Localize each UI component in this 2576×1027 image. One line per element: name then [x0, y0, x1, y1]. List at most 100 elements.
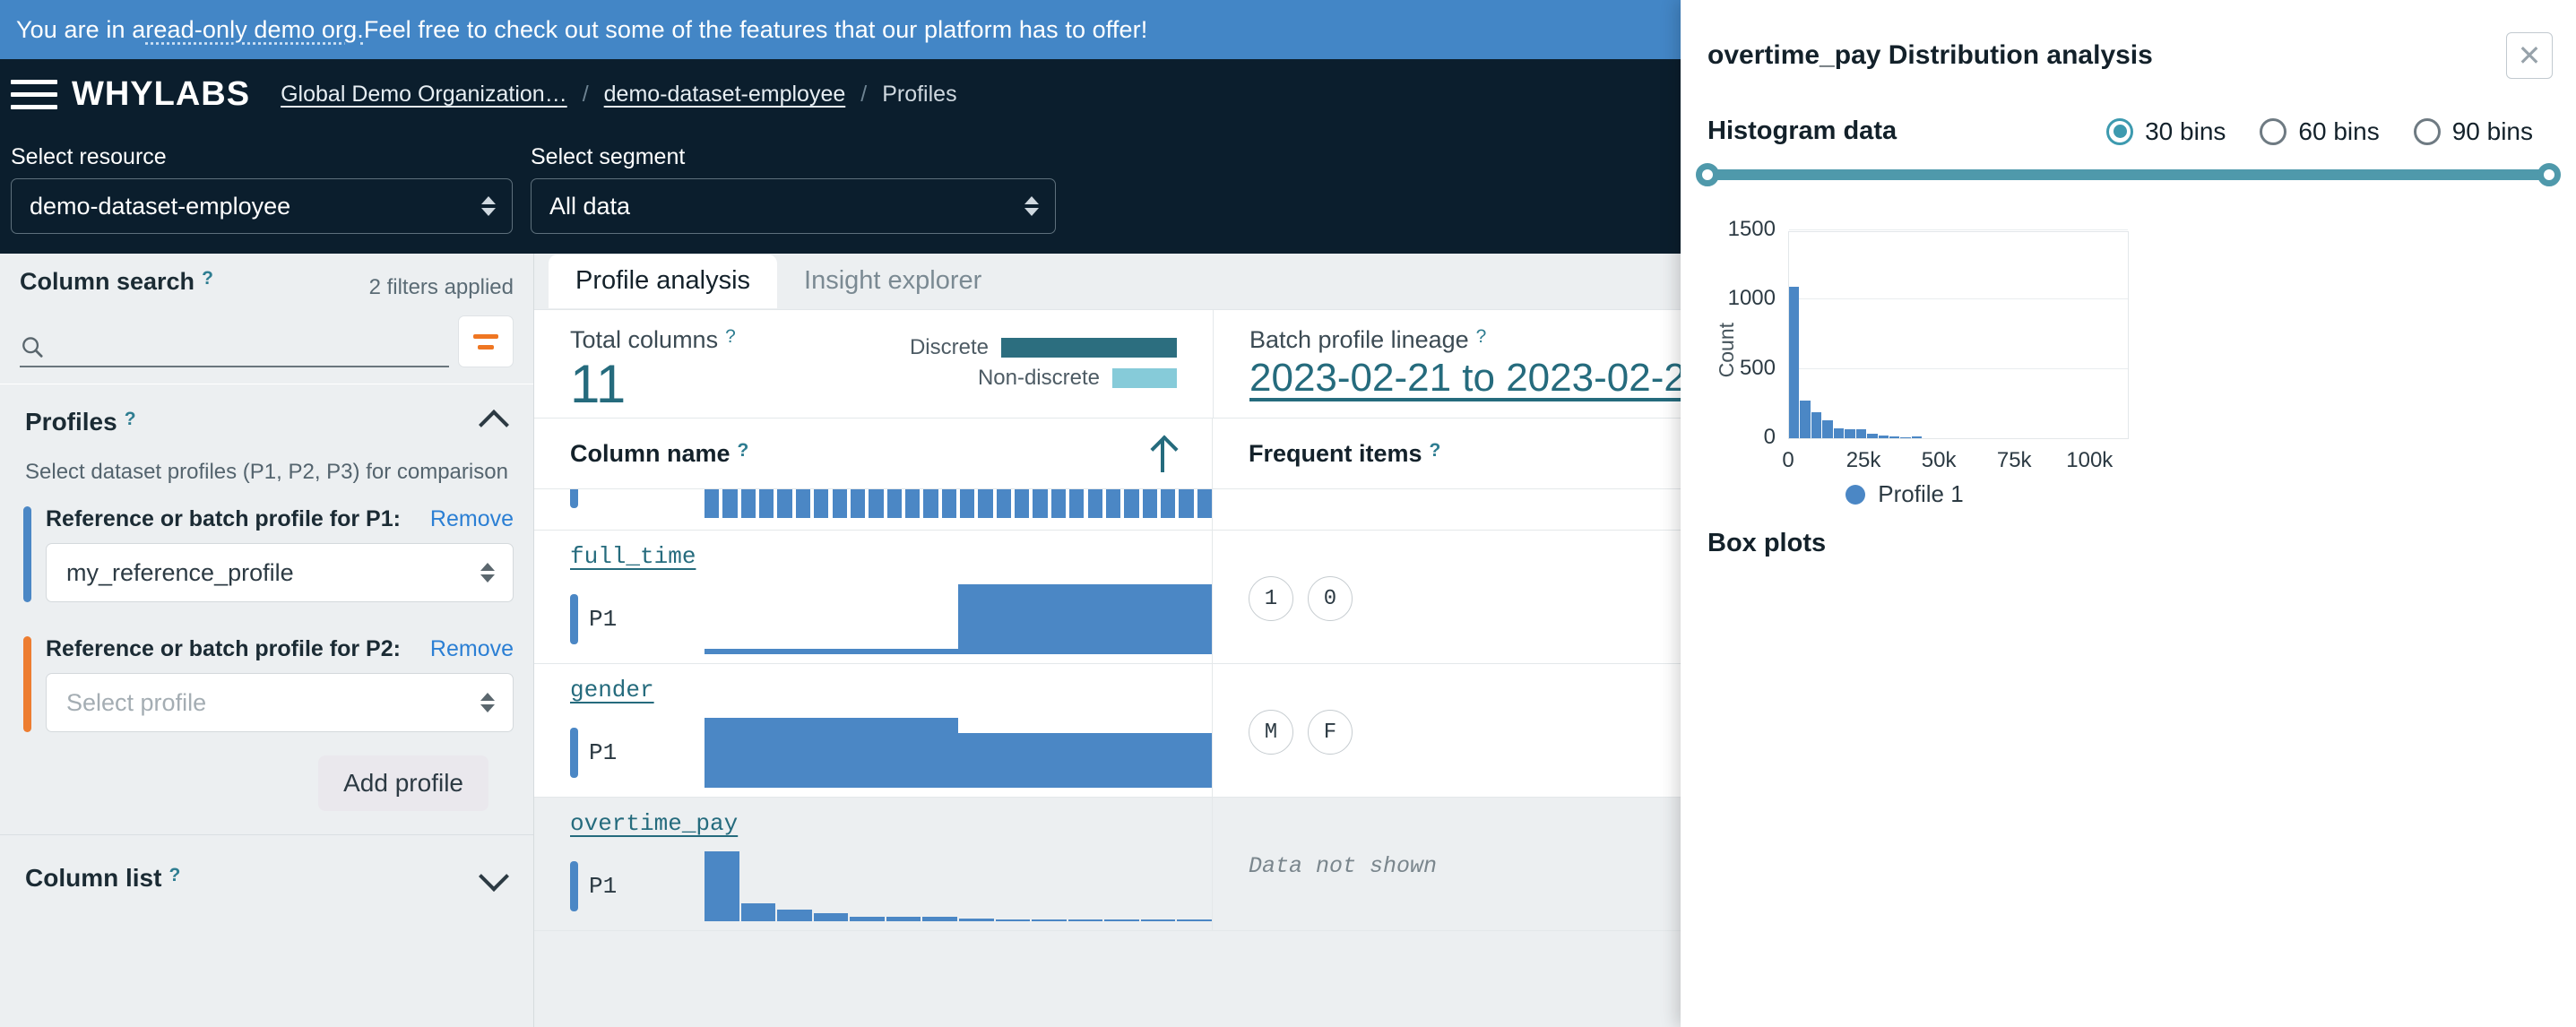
histogram-bar	[1912, 436, 1922, 438]
profile-accent-bar	[570, 489, 578, 508]
profile-entry-p1: Reference or batch profile for P1: Remov…	[0, 492, 533, 602]
help-icon-lineage[interactable]: ?	[1476, 326, 1487, 348]
range-slider-handle-left[interactable]	[1696, 163, 1719, 186]
radio-90-bins[interactable]: 90 bins	[2414, 117, 2533, 146]
chart-y-tick-label: 1500	[1690, 217, 1776, 242]
table-row-cell-name	[534, 489, 1213, 530]
breadcrumb-item-org[interactable]: Global Demo Organization…	[281, 82, 567, 108]
histogram-bar	[1811, 412, 1821, 438]
column-link-gender[interactable]: gender	[570, 677, 654, 703]
help-icon-column-name[interactable]: ?	[738, 440, 749, 462]
search-icon	[20, 333, 45, 360]
sparkline-bar	[996, 919, 1031, 921]
th-column-name[interactable]: Column name ?	[534, 419, 1213, 488]
sparkline-bar	[1032, 919, 1067, 921]
range-slider[interactable]	[1707, 169, 2549, 180]
sparkline-bar	[1143, 489, 1157, 518]
left-sidebar: Column search ? 2 filters applied	[0, 254, 534, 1027]
add-profile-row: Add profile	[0, 732, 533, 834]
sort-ascending-icon[interactable]	[1151, 436, 1174, 472]
profile-p1-select[interactable]: my_reference_profile	[46, 543, 514, 602]
chart-y-tick-label: 0	[1690, 425, 1776, 450]
table-row[interactable]: gender P1 M F	[534, 664, 1681, 798]
table-row[interactable]: full_time P1 1 0	[534, 531, 1681, 664]
help-icon-profiles[interactable]: ?	[125, 409, 136, 430]
help-icon-frequent-items[interactable]: ?	[1430, 440, 1441, 462]
distribution-analysis-drawer: overtime_pay Distribution analysis ✕ His…	[1681, 0, 2576, 1027]
profiles-header[interactable]: Profiles ?	[0, 384, 533, 440]
chart-gridline	[1789, 229, 2128, 230]
summary-row: Total columns ? 11 Discrete Non-discrete	[534, 310, 1681, 418]
remove-p1-button[interactable]: Remove	[430, 506, 514, 532]
add-profile-button[interactable]: Add profile	[318, 755, 488, 811]
search-input-wrapper[interactable]	[20, 333, 449, 367]
sparkline-bar	[777, 910, 812, 921]
sparkline-bar	[814, 913, 849, 921]
sparkline-bar	[1088, 489, 1102, 518]
radio-30-bins-label: 30 bins	[2145, 117, 2226, 146]
tab-profile-analysis[interactable]: Profile analysis	[549, 255, 777, 308]
lineage-label: Batch profile lineage	[1249, 326, 1469, 354]
sparkline-bar	[922, 917, 957, 921]
remove-p2-button[interactable]: Remove	[430, 636, 514, 662]
breadcrumb-separator-2: /	[860, 82, 867, 108]
close-icon[interactable]: ✕	[2506, 32, 2553, 79]
filter-icon-line-2	[478, 345, 494, 350]
profile-p2-placeholder: Select profile	[66, 689, 206, 717]
resource-select[interactable]: demo-dataset-employee	[11, 178, 513, 234]
chevron-up-icon[interactable]	[478, 404, 514, 440]
tab-insight-explorer[interactable]: Insight explorer	[777, 255, 1008, 308]
filters-applied-text: 2 filters applied	[369, 275, 514, 300]
range-slider-handle-right[interactable]	[2537, 163, 2561, 186]
th-frequent-items-label: Frequent items	[1249, 440, 1422, 468]
drawer-title: overtime_pay Distribution analysis	[1707, 40, 2153, 71]
sparkline-bar	[833, 489, 847, 518]
table-row[interactable]: overtime_pay P1 Data not shown	[534, 798, 1681, 931]
sparkline-bars	[705, 584, 1212, 654]
help-icon[interactable]: ?	[202, 268, 213, 289]
column-search-label: Column search	[20, 268, 194, 296]
frequent-item-chip[interactable]: F	[1308, 710, 1353, 755]
filter-button[interactable]	[458, 315, 514, 367]
sparkline-bar	[869, 489, 883, 518]
help-icon-column-list[interactable]: ?	[169, 865, 180, 886]
search-input[interactable]	[54, 334, 449, 360]
chart-y-tick-label: 500	[1690, 356, 1776, 381]
breadcrumb-item-dataset[interactable]: demo-dataset-employee	[604, 82, 846, 108]
chart-x-tick-label: 0	[1782, 448, 1794, 473]
read-only-demo-link[interactable]: read-only demo org.	[145, 16, 364, 44]
hamburger-menu-icon[interactable]	[11, 77, 57, 113]
radio-30-bins[interactable]: 30 bins	[2106, 117, 2226, 146]
help-icon-total-columns[interactable]: ?	[725, 326, 736, 348]
sparkline-bar	[796, 489, 810, 518]
sparkline-bar	[814, 489, 828, 518]
sparkline-bar	[1068, 919, 1103, 921]
legend-color-dot	[1846, 485, 1865, 505]
discrete-label: Discrete	[910, 335, 989, 360]
chevron-updown-icon-p2	[480, 693, 495, 712]
frequent-item-chip[interactable]: 1	[1249, 576, 1293, 621]
histogram-bar	[1845, 429, 1854, 438]
chevron-down-icon[interactable]	[478, 860, 514, 896]
profile-p1-value: my_reference_profile	[66, 559, 294, 587]
sparkline-bar	[959, 919, 994, 921]
histogram-controls: Histogram data 30 bins 60 bins 90 bins	[1681, 79, 2576, 146]
segment-select[interactable]: All data	[531, 178, 1056, 234]
histogram-data-label: Histogram data	[1707, 117, 1897, 146]
column-list-header[interactable]: Column list ?	[0, 835, 533, 896]
column-link-full-time[interactable]: full_time	[570, 543, 696, 570]
drawer-header: overtime_pay Distribution analysis ✕	[1681, 0, 2576, 79]
frequent-item-chip[interactable]: 0	[1308, 576, 1353, 621]
sparkline-bar	[705, 851, 739, 921]
whylabs-logo[interactable]: WHYLABS	[72, 75, 250, 114]
radio-60-bins[interactable]: 60 bins	[2260, 117, 2379, 146]
column-link-overtime-pay[interactable]: overtime_pay	[570, 810, 738, 837]
analysis-tabbar: Profile analysis Insight explorer	[534, 253, 1008, 308]
chart-plot-area	[1788, 231, 2129, 439]
table-row[interactable]	[534, 489, 1681, 531]
profile-tag-label: P1	[589, 739, 617, 766]
lineage-value-link[interactable]: 2023-02-21 to 2023-02-2	[1249, 356, 1686, 401]
profile-p2-select[interactable]: Select profile	[46, 673, 514, 732]
histogram-bar	[1900, 437, 1910, 438]
frequent-item-chip[interactable]: M	[1249, 710, 1293, 755]
